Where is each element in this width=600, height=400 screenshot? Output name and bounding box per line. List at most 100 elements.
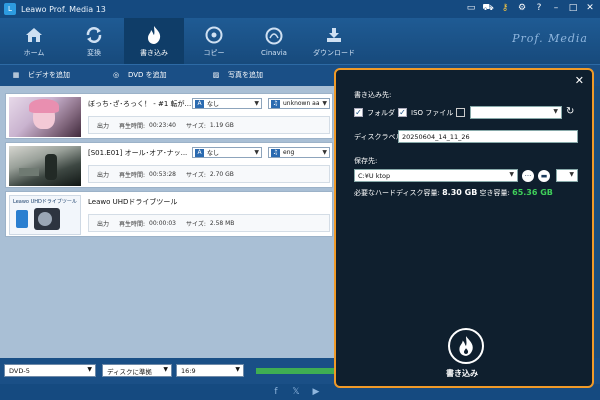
close-icon[interactable]: ✕ [575,74,584,87]
duration-value: 00:23:40 [149,121,176,129]
nav-convert-label: 変換 [87,48,101,57]
refresh-icon[interactable]: ↻ [566,106,574,117]
video-thumbnail: Leawo UHDドライブツール [9,195,81,235]
burn-icon [144,25,164,45]
video-thumbnail [9,97,81,137]
copy-icon [204,25,224,45]
app-logo-icon: L [4,3,16,15]
close-window-icon[interactable]: ✕ [584,2,596,14]
main-nav: ホーム 変換 書き込み コピー Cinavia ダウンロード Prof. Med… [0,18,600,64]
required-space-value: 8.30 GB [442,188,478,197]
add-video-button[interactable]: ▦ ビデオを追加 [10,69,70,81]
convert-icon [84,25,104,45]
nav-copy-label: コピー [203,48,225,57]
cinavia-icon [264,26,284,46]
browse-button[interactable]: ··· [522,170,534,182]
folder-checkbox[interactable]: ✓ [354,108,363,117]
audio-value: eng [283,149,295,156]
free-space-value: 65.36 GB [512,188,553,197]
music-icon: ♫ [271,148,280,157]
disc-type-select[interactable]: DVD-5 ▼ [4,364,96,377]
chevron-down-icon: ▼ [254,100,259,107]
output-label: 出力 [97,122,110,130]
save-path-select[interactable]: C:¥U ktop ▼ [354,169,518,182]
video-thumbnail [9,146,81,186]
drive-select[interactable]: ▼ [470,106,562,119]
fit-select[interactable]: ディスクに準拠 ▼ [102,364,172,377]
aspect-select[interactable]: 16:9 ▼ [176,364,244,377]
space-info: 必要なハードディスク容量: 8.30 GB 空き容量: 65.36 GB [354,188,553,198]
aspect-value: 16:9 [181,366,196,375]
x-icon[interactable]: 𝕏 [290,386,302,398]
chevron-down-icon: ▼ [235,366,240,373]
nav-burn-label: 書き込み [140,48,168,57]
fit-value: ディスクに準拠 [107,367,153,376]
nav-burn[interactable]: 書き込み [124,18,184,64]
nav-cinavia[interactable]: Cinavia [244,18,304,64]
subtitle-value: なし [207,101,220,108]
output-label: 出力 [97,171,110,179]
title-bar: L Leawo Prof. Media 13 ▭ ⛟ ⚷ ⚙ ? – □ ✕ [0,0,600,18]
photo-icon: ▨ [212,71,220,79]
size-label: サイズ: [186,122,206,130]
list-item[interactable]: Leawo UHDドライブツール Leawo UHDドライブツール 出力 再生時… [5,191,333,237]
capacity-fill [256,368,336,374]
chevron-down-icon: ▼ [553,108,558,115]
file-list: ぼっち･ざ･ろっく！ - #1 転が... A なし ▼ ♫ unknown a… [0,86,336,358]
subtitle-icon: A [195,99,204,108]
nav-download-label: ダウンロード [313,48,355,57]
chevron-down-icon: ▼ [569,171,574,178]
minimize-icon[interactable]: – [550,2,562,14]
audio-select[interactable]: ♫ eng ▼ [268,147,330,158]
facebook-icon[interactable]: f [270,386,282,398]
size-value: 2.58 MB [209,219,235,227]
open-folder-icon[interactable]: ▬ [538,170,550,182]
capacity-bar [256,368,336,374]
drive-checkbox[interactable]: ✓ [456,108,465,117]
burn-button[interactable] [448,328,484,364]
required-space-label: 必要なハードディスク容量: [354,189,440,197]
audio-value: unknown aa [283,100,320,107]
nav-download[interactable]: ダウンロード [304,18,364,64]
music-icon: ♫ [271,99,280,108]
add-photo-button[interactable]: ▨ 写真を追加 [210,69,263,81]
disc-label-input[interactable]: 20250604_14_11_26 [398,130,578,143]
extra-select[interactable]: ▼ [556,169,578,182]
chevron-down-icon: ▼ [163,366,168,373]
disc-type-value: DVD-5 [9,366,30,375]
item-details: 出力 再生時間: 00:23:40 サイズ: 1.19 GB [88,116,330,134]
cart-icon[interactable]: ⛟ [482,2,494,14]
size-label: サイズ: [186,171,206,179]
add-photo-label: 写真を追加 [228,71,263,79]
iso-label: ISO ファイル [411,109,454,117]
size-value: 1.19 GB [209,121,234,129]
subtitle-select[interactable]: A なし ▼ [192,98,262,109]
help-icon[interactable]: ? [533,2,545,14]
nav-copy[interactable]: コピー [184,18,244,64]
youtube-icon[interactable]: ▶ [310,386,322,398]
subtitle-select[interactable]: A なし ▼ [192,147,262,158]
burn-settings-dialog: ✕ 書き込み先: ✓ フォルダ ✓ ISO ファイル ✓ ▼ ↻ ディスクラベル… [334,68,594,388]
iso-checkbox[interactable]: ✓ [398,108,407,117]
chevron-down-icon: ▼ [322,149,327,156]
monitor-icon[interactable]: ▭ [465,2,477,14]
item-title: Leawo UHDドライブツール [88,198,178,206]
maximize-icon[interactable]: □ [567,2,579,14]
title-bar-controls: ▭ ⛟ ⚷ ⚙ ? – □ ✕ [465,2,596,14]
add-dvd-button[interactable]: ◎ DVD を追加 [110,69,167,81]
key-icon[interactable]: ⚷ [499,2,511,14]
audio-select[interactable]: ♫ unknown aa ▼ [268,98,330,109]
list-item[interactable]: ぼっち･ざ･ろっく！ - #1 転が... A なし ▼ ♫ unknown a… [5,93,333,139]
add-video-label: ビデオを追加 [28,71,70,79]
subtitle-value: なし [207,150,220,157]
nav-convert[interactable]: 変換 [64,18,124,64]
add-dvd-label: DVD を追加 [128,71,167,79]
nav-home[interactable]: ホーム [4,18,64,64]
home-icon [24,25,44,45]
chevron-down-icon: ▼ [322,100,327,107]
duration-label: 再生時間: [119,122,146,130]
item-details: 出力 再生時間: 00:00:03 サイズ: 2.58 MB [88,214,330,232]
settings-icon[interactable]: ⚙ [516,2,528,14]
list-item[interactable]: [S01.E01] オール･オア･ナッ... A なし ▼ ♫ eng ▼ 出力… [5,142,333,188]
disc-icon: ◎ [112,71,120,79]
